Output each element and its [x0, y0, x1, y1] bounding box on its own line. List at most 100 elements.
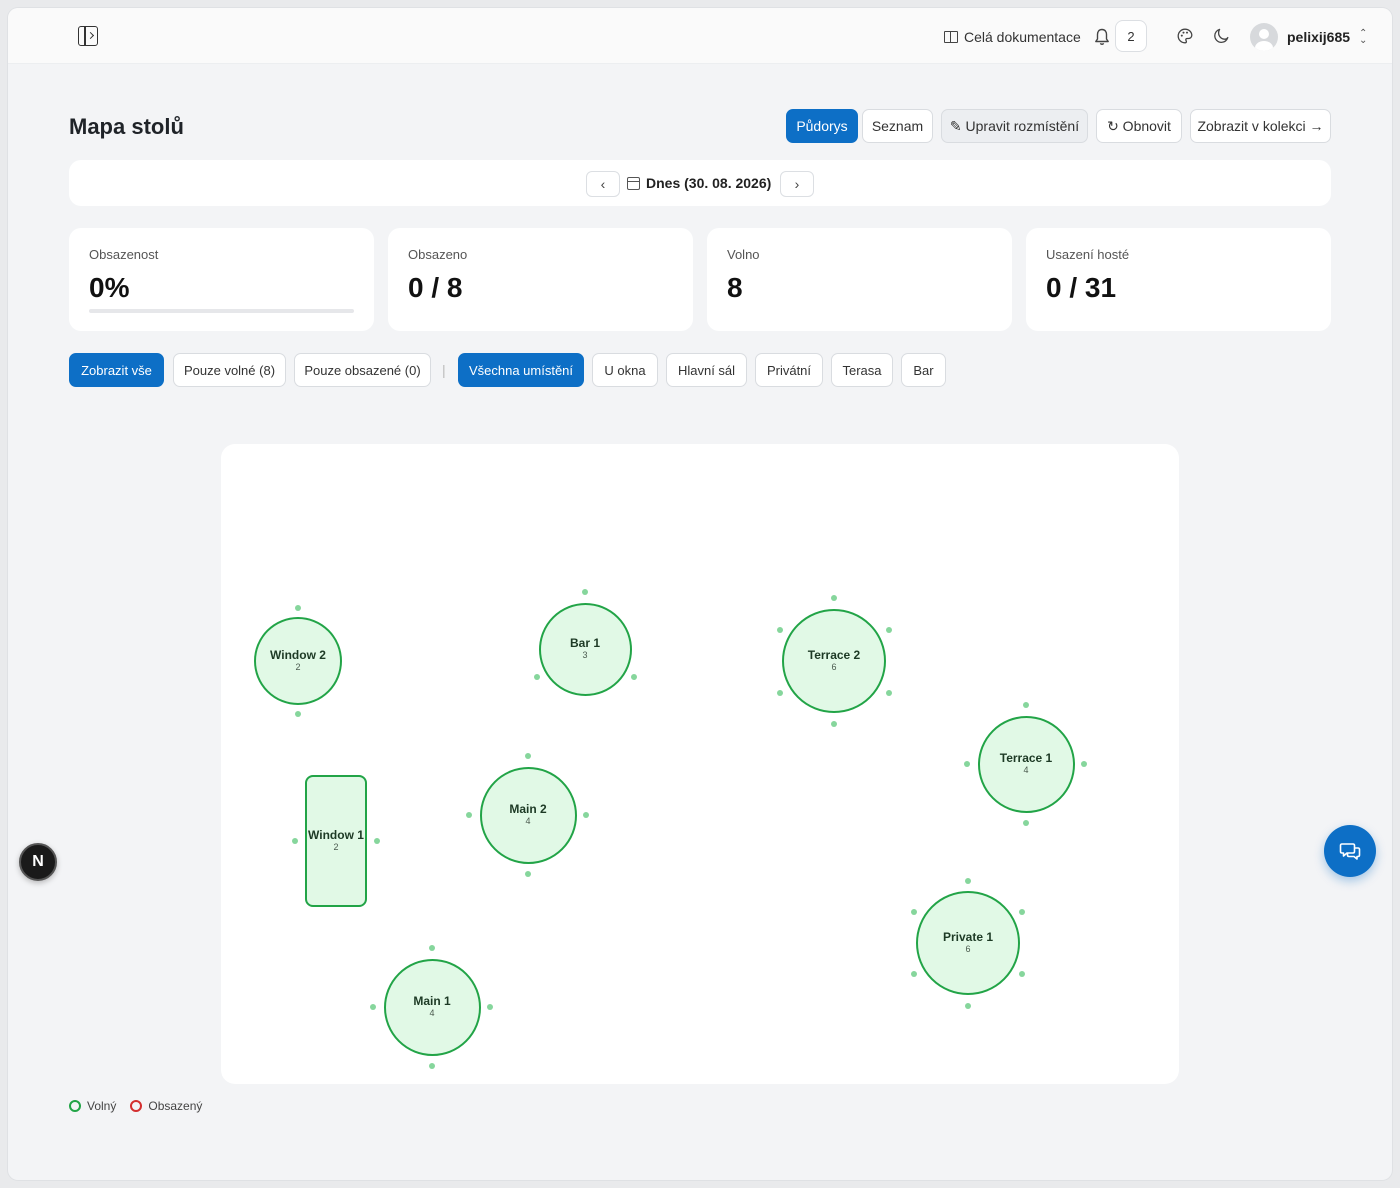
prev-day-button[interactable]: ‹ [586, 171, 620, 197]
seat-dot [631, 674, 637, 680]
top-bar: Celá dokumentace 2 pelixij685 ⌃ ⌄ [8, 8, 1392, 64]
seat-dot [1019, 971, 1025, 977]
table-private-1[interactable]: Private 16 [916, 891, 1020, 995]
table-capacity: 6 [965, 944, 971, 954]
refresh-button[interactable]: ↻ Obnovit [1096, 109, 1182, 143]
date-label: Dnes (30. 08. 2026) [646, 175, 772, 191]
floor-plan: Window 2 2 Bar 1 3 Terrace 2 6 Terrace 1 4 Windo… [221, 444, 1179, 1084]
seat-dot [1023, 702, 1029, 708]
seat-dot [886, 627, 892, 633]
table-capacity: 6 [831, 662, 837, 672]
chat-button[interactable] [1324, 825, 1376, 877]
seat-dot [1019, 909, 1025, 915]
filter-location-terrace[interactable]: Terasa [831, 353, 893, 387]
avatar [1250, 23, 1278, 51]
seat-dot [965, 878, 971, 884]
stat-value: 0% [89, 272, 130, 303]
seat-dot [534, 674, 540, 680]
seat-dot [429, 945, 435, 951]
seat-dot [777, 690, 783, 696]
sidebar-toggle-icon[interactable] [78, 26, 98, 46]
seat-dot [831, 595, 837, 601]
table-name: Main 2 [509, 802, 547, 816]
notification-count-button[interactable]: 2 [1115, 20, 1147, 52]
seat-dot [374, 838, 380, 844]
calendar-icon [627, 176, 640, 190]
table-capacity: 4 [525, 816, 531, 826]
filter-all-locations[interactable]: Všechna umístění [458, 353, 584, 387]
occupied-ring-icon [130, 1100, 143, 1112]
table-capacity: 4 [429, 1008, 435, 1018]
edit-layout-button[interactable]: ✎ Upravit rozmístění [941, 109, 1088, 143]
filter-location-main-hall[interactable]: Hlavní sál [666, 353, 747, 387]
table-main-1[interactable]: Main 14 [383, 958, 481, 1056]
docs-link[interactable]: Celá dokumentace [944, 28, 1081, 46]
date-selector-card: ‹ Dnes (30. 08. 2026) › [69, 160, 1331, 206]
stat-value: 0 / 31 [1046, 272, 1117, 303]
filter-only-free[interactable]: Pouze volné (8) [173, 353, 286, 387]
legend-item-occupied: Obsazený [130, 1099, 202, 1113]
table-window-1[interactable]: Window 12 [305, 775, 367, 907]
legend-label-occupied: Obsazený [148, 1099, 203, 1113]
seat-dot [582, 589, 588, 595]
table-name: Window 2 [270, 648, 326, 662]
seat-dot [964, 761, 970, 767]
seat-dot [487, 1004, 493, 1010]
stat-card-free: Volno 8 [707, 228, 1012, 331]
chevron-left-icon: ‹ [600, 176, 606, 192]
filter-location-private[interactable]: Privátní [755, 353, 823, 387]
legend: Volný Obsazený [69, 1099, 202, 1113]
user-menu[interactable]: pelixij685 ⌃ ⌄ [1250, 23, 1367, 51]
stat-label: Obsazenost [89, 247, 159, 262]
seat-dot [292, 838, 298, 844]
table-bar-1[interactable]: Bar 13 [538, 602, 632, 696]
seat-dot [295, 605, 301, 611]
filter-show-all[interactable]: Zobrazit vše [69, 353, 164, 387]
list-view-button[interactable]: Seznam [862, 109, 933, 143]
table-main-2[interactable]: Main 24 [479, 766, 577, 864]
seat-dot [911, 909, 917, 915]
next-logo-icon[interactable]: N [19, 843, 57, 881]
seat-dot [1023, 820, 1029, 826]
stat-label: Volno [727, 247, 760, 262]
moon-icon[interactable] [1214, 28, 1230, 44]
table-name: Bar 1 [569, 636, 601, 650]
seat-dot [525, 871, 531, 877]
filter-location-window[interactable]: U okna [592, 353, 658, 387]
seat-dot [429, 1063, 435, 1069]
filter-only-occupied[interactable]: Pouze obsazené (0) [294, 353, 431, 387]
table-capacity: 2 [333, 842, 339, 852]
free-ring-icon [69, 1100, 81, 1112]
page-title: Mapa stolů [69, 114, 184, 139]
bell-icon[interactable] [1094, 28, 1110, 46]
legend-label-free: Volný [87, 1099, 117, 1113]
table-terrace-1[interactable]: Terrace 14 [977, 715, 1075, 813]
seat-dot [466, 812, 472, 818]
table-terrace-2[interactable]: Terrace 26 [782, 609, 886, 713]
username: pelixij685 [1287, 29, 1351, 45]
stat-card-seated-guests: Usazení hosté 0 / 31 [1026, 228, 1331, 331]
app-frame: Celá dokumentace 2 pelixij685 ⌃ ⌄ Mapa st… [8, 8, 1392, 1180]
table-name: Private 1 [942, 930, 994, 944]
seat-dot [831, 721, 837, 727]
filter-separator: | [442, 362, 446, 378]
next-day-button[interactable]: › [780, 171, 814, 197]
palette-icon[interactable] [1177, 28, 1193, 44]
view-collection-button[interactable]: Zobrazit v kolekci → [1190, 109, 1331, 143]
docs-label: Celá dokumentace [964, 29, 1081, 45]
date-picker[interactable]: Dnes (30. 08. 2026) [627, 175, 771, 191]
seat-dot [911, 971, 917, 977]
occupancy-progress-bar [89, 309, 354, 313]
table-window-2[interactable]: Window 22 [254, 617, 342, 705]
seat-dot [1081, 761, 1087, 767]
floorplan-view-button[interactable]: Půdorys [786, 109, 858, 143]
table-capacity: 2 [295, 662, 301, 672]
table-capacity: 3 [582, 650, 588, 660]
filter-location-bar[interactable]: Bar [901, 353, 946, 387]
seat-dot [370, 1004, 376, 1010]
stat-value: 0 / 8 [408, 272, 463, 303]
stat-label: Obsazeno [408, 247, 468, 262]
seat-dot [525, 753, 531, 759]
chevron-right-icon: › [794, 176, 800, 192]
book-icon [944, 31, 958, 43]
